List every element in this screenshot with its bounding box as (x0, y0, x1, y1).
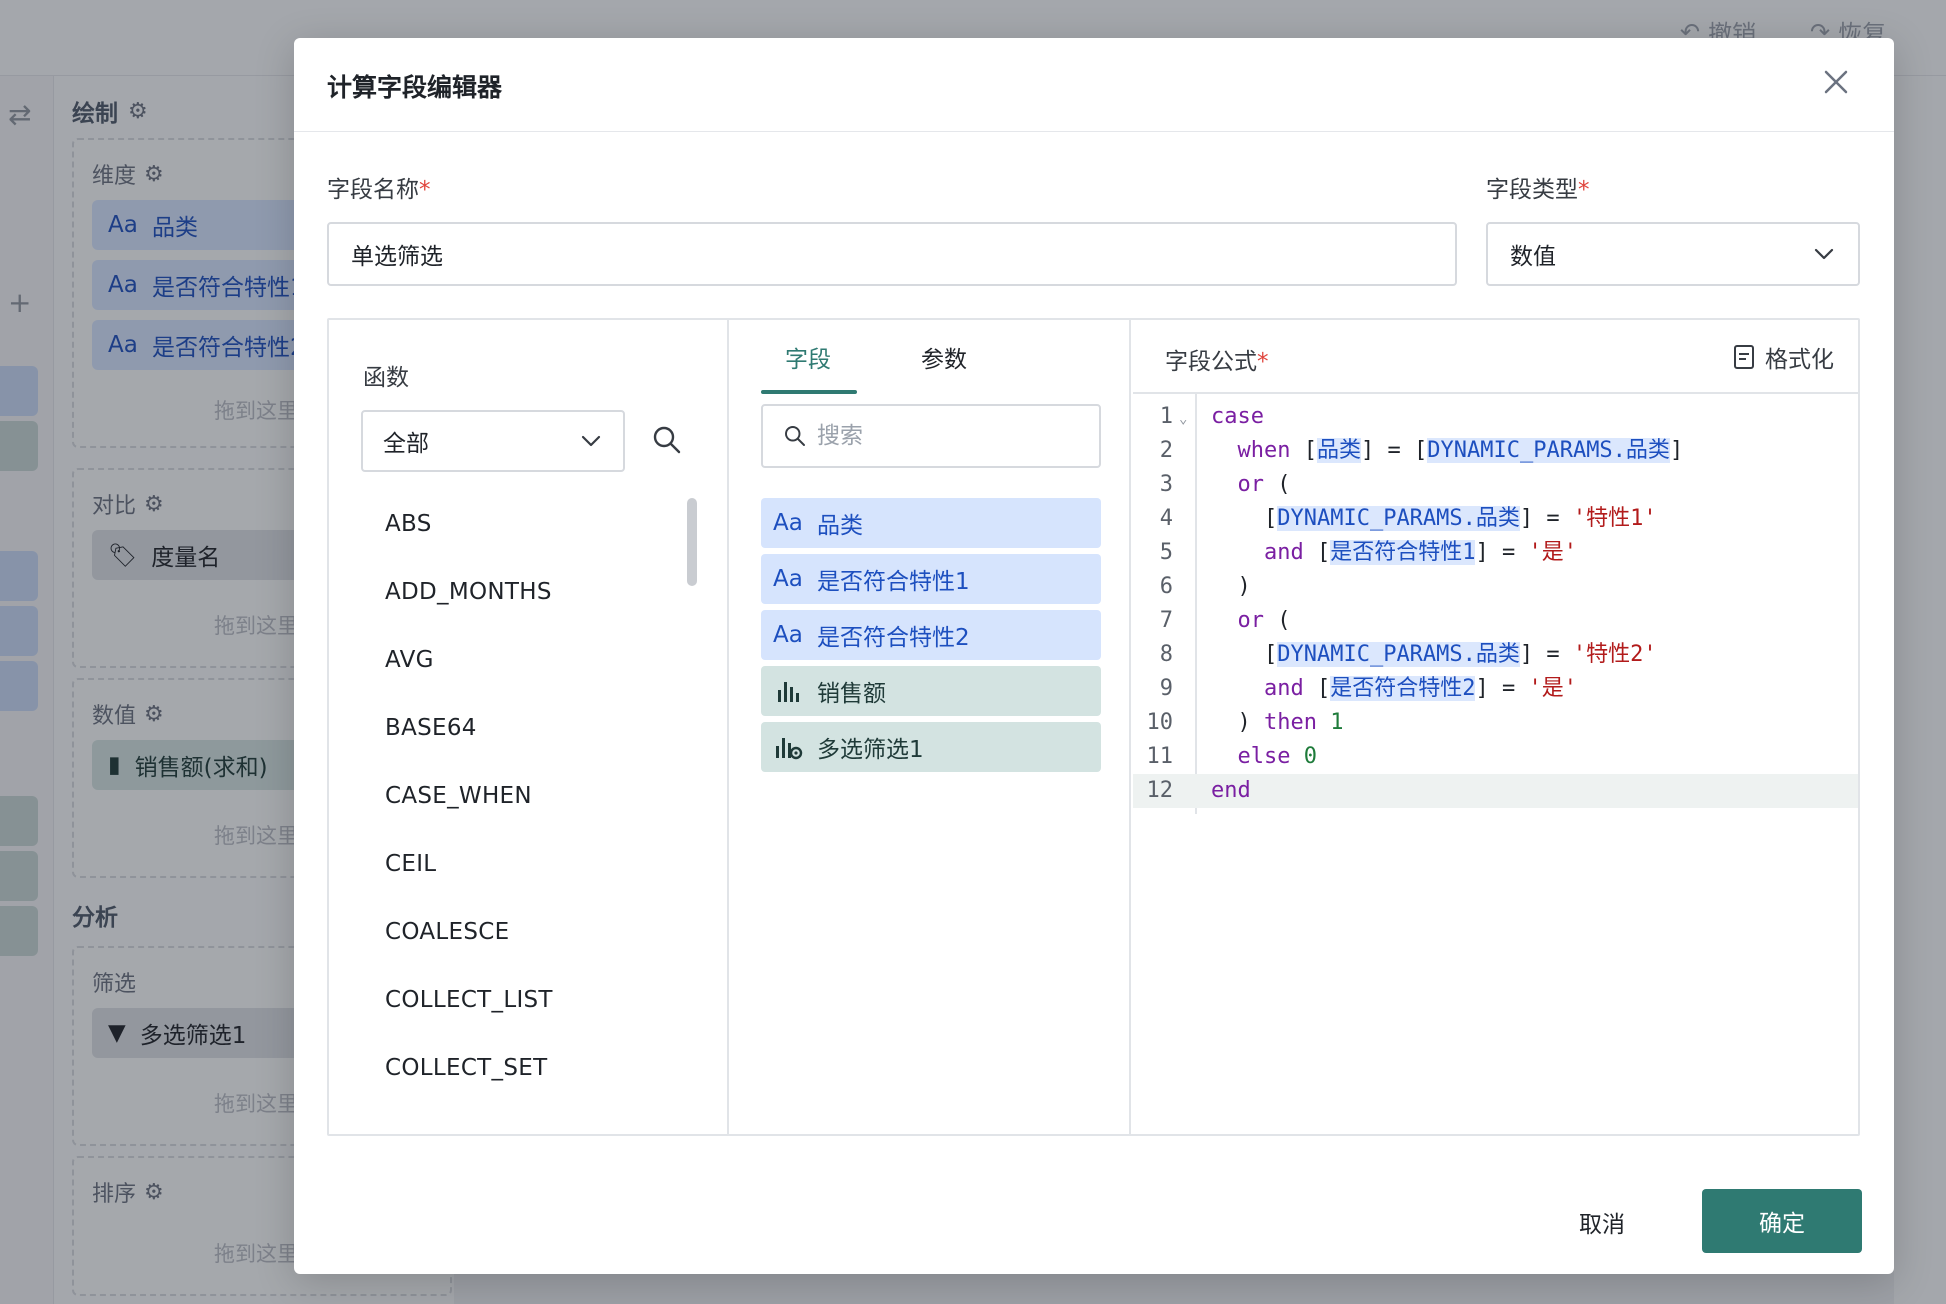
formula-panel: 字段公式* 格式化 1 ⌄ case 2 when [品类] = [DYNAMI… (1133, 320, 1858, 1134)
code-line: 7 or ( (1159, 608, 1291, 633)
field-search-input[interactable] (817, 423, 1067, 449)
document-icon (1734, 345, 1754, 369)
field-search-box[interactable] (761, 404, 1101, 468)
formula-header: 字段公式* 格式化 (1133, 320, 1858, 394)
code-line: 8 [DYNAMIC_PARAMS.品类] = '特性2' (1159, 642, 1657, 667)
function-item[interactable]: AVG (385, 626, 685, 694)
code-line: 11 else 0 (1146, 744, 1317, 769)
field-item[interactable]: Aa 是否符合特性1 (761, 554, 1101, 604)
function-item[interactable]: COLLECT_SET (385, 1034, 685, 1102)
code-line: 5 and [是否符合特性1] = '是' (1159, 540, 1577, 565)
formula-title: 字段公式* (1165, 349, 1269, 375)
field-name-label: 字段名称* (327, 177, 431, 203)
format-button[interactable]: 格式化 (1733, 340, 1834, 374)
calculated-field-editor-dialog: 计算字段编辑器 字段名称* 字段类型* 数值 函数 全部 (294, 38, 1894, 1274)
dialog-title: 计算字段编辑器 (327, 73, 503, 102)
fold-chevron-icon[interactable]: ⌄ (1179, 402, 1187, 436)
field-item[interactable]: 多选筛选1 (761, 722, 1101, 772)
function-item[interactable]: ABS (385, 490, 685, 558)
function-list: ABS ADD_MONTHS AVG BASE64 CASE_WHEN CEIL… (385, 490, 685, 1102)
code-line: 10 ) then 1 (1146, 710, 1344, 735)
editor-workspace: 函数 全部 ABS ADD_MONTHS AVG BASE64 CASE_WHE… (327, 318, 1860, 1136)
field-type-select[interactable]: 数值 (1486, 222, 1860, 286)
code-line: 1 ⌄ case (1133, 400, 1858, 434)
functions-title: 函数 (363, 365, 409, 391)
confirm-button[interactable]: 确定 (1702, 1189, 1862, 1253)
function-category-value: 全部 (383, 431, 429, 457)
bar-chart-icon (778, 682, 799, 702)
dialog-header: 计算字段编辑器 (294, 38, 1894, 132)
active-tab-indicator (761, 390, 857, 394)
field-type-value: 数值 (1510, 244, 1556, 270)
code-line: 6 ) (1159, 574, 1251, 599)
chevron-down-icon (581, 435, 601, 447)
function-category-select[interactable]: 全部 (361, 410, 625, 472)
code-line: 3 or ( (1159, 472, 1291, 497)
code-line: 2 when [品类] = [DYNAMIC_PARAMS.品类] (1159, 438, 1684, 463)
search-icon[interactable] (651, 424, 683, 456)
tab-parameters[interactable]: 参数 (921, 340, 967, 374)
search-icon (785, 426, 805, 446)
function-list-scrollbar[interactable] (687, 498, 697, 586)
function-item[interactable]: BASE64 (385, 694, 685, 762)
function-item[interactable]: ADD_MONTHS (385, 558, 685, 626)
text-type-icon: Aa (773, 510, 803, 536)
tab-fields[interactable]: 字段 (785, 340, 831, 374)
text-type-icon: Aa (773, 566, 803, 592)
function-item[interactable]: COLLECT_LIST (385, 966, 685, 1034)
field-name-input[interactable] (327, 222, 1457, 286)
close-icon[interactable] (1818, 64, 1854, 100)
calculated-measure-icon (776, 738, 803, 760)
field-item[interactable]: Aa 品类 (761, 498, 1101, 548)
function-item[interactable]: CASE_WHEN (385, 762, 685, 830)
chevron-down-icon (1814, 248, 1834, 260)
functions-panel: 函数 全部 ABS ADD_MONTHS AVG BASE64 CASE_WHE… (329, 320, 729, 1134)
code-line: 9 and [是否符合特性2] = '是' (1159, 676, 1577, 701)
text-type-icon: Aa (773, 622, 803, 648)
code-line-active: 12 end (1133, 774, 1858, 808)
field-item[interactable]: Aa 是否符合特性2 (761, 610, 1101, 660)
formula-code-editor[interactable]: 1 ⌄ case 2 when [品类] = [DYNAMIC_PARAMS.品… (1133, 394, 1858, 1134)
field-type-label: 字段类型* (1486, 177, 1590, 203)
cancel-button[interactable]: 取消 (1542, 1190, 1662, 1254)
code-line: 4 [DYNAMIC_PARAMS.品类] = '特性1' (1159, 506, 1657, 531)
function-item[interactable]: CEIL (385, 830, 685, 898)
function-item[interactable]: COALESCE (385, 898, 685, 966)
fields-panel: 字段 参数 Aa 品类 Aa 是否符合特性1 Aa 是否符合特性2 (731, 320, 1131, 1134)
field-item[interactable]: 销售额 (761, 666, 1101, 716)
